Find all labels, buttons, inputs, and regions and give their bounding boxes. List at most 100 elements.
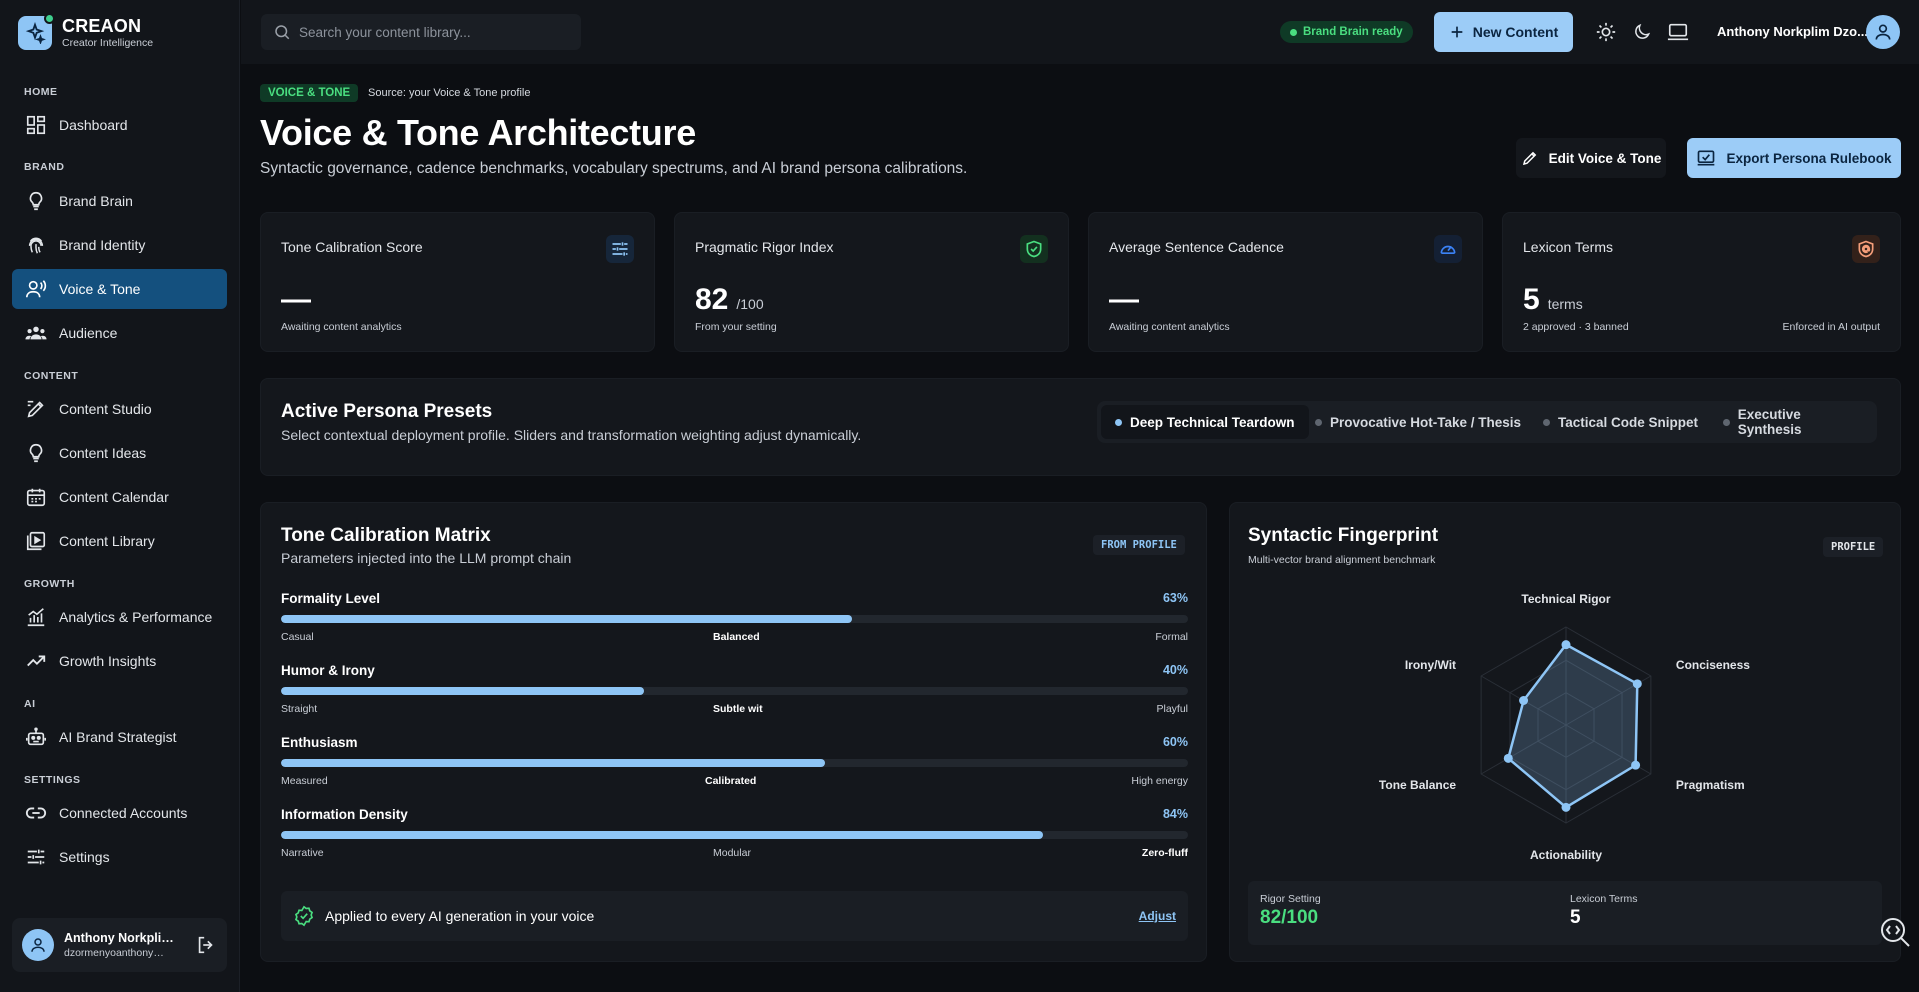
system-theme-button[interactable] (1664, 18, 1692, 46)
fingerprint-icon (28, 237, 44, 254)
applied-banner: Applied to every AI generation in your v… (281, 891, 1188, 941)
sidebar: CREAON Creator Intelligence HOME Dashboa… (0, 0, 240, 992)
library-icon (26, 531, 46, 551)
source-note: Source: your Voice & Tone profile (368, 87, 531, 99)
sidebar-item-dashboard[interactable]: Dashboard (12, 105, 227, 145)
tab-deep-technical-teardown[interactable]: Deep Technical Teardown (1101, 405, 1309, 439)
sidebar-item-label: Voice & Tone (59, 281, 141, 297)
radar-axis-label: Tone Balance (1379, 778, 1456, 792)
user-icon (31, 938, 45, 952)
presets-title: Active Persona Presets (281, 401, 493, 422)
logout-icon[interactable] (195, 934, 217, 956)
stat-footnote: 2 approved · 3 banned (1523, 321, 1629, 333)
syntactic-fingerprint-panel: Syntactic Fingerprint Multi-vector brand… (1229, 502, 1901, 962)
voice-icon (26, 280, 47, 298)
badge-check-icon (294, 905, 314, 927)
sidebar-item-label: Content Ideas (59, 445, 147, 461)
search-icon (275, 25, 290, 40)
stat-card-lexicon-terms: Lexicon Terms 5 terms 2 approved · 3 bann… (1502, 212, 1901, 352)
tone-calibration-matrix: Tone Calibration Matrix Parameters injec… (260, 502, 1207, 962)
sidebar-item-ai-strategist[interactable]: AI Brand Strategist (12, 717, 227, 757)
search-input[interactable] (299, 24, 559, 40)
sidebar-item-connected-accounts[interactable]: Connected Accounts (12, 793, 227, 833)
stat-footnote: Awaiting content analytics (281, 321, 402, 333)
radar-point (1519, 696, 1529, 705)
sidebar-item-content-library[interactable]: Content Library (12, 521, 227, 561)
sidebar-item-audience[interactable]: Audience (12, 313, 227, 353)
sidebar-item-label: Content Library (59, 533, 155, 549)
help-search-icon (1881, 918, 1910, 947)
sidebar-item-analytics[interactable]: Analytics & Performance (12, 597, 227, 637)
sidebar-item-settings[interactable]: Settings (12, 837, 227, 877)
export-icon (1698, 150, 1715, 166)
sidebar-item-label: Growth Insights (59, 653, 157, 669)
sidebar-item-content-calendar[interactable]: Content Calendar (12, 477, 227, 517)
sidebar-item-label: Connected Accounts (59, 805, 188, 821)
top-avatar[interactable] (1866, 15, 1900, 49)
stat-label: Tone Calibration Score (281, 239, 423, 255)
status-dot (1290, 28, 1297, 36)
stat-value: — (281, 283, 311, 316)
radar-axis-label: Conciseness (1676, 658, 1750, 672)
radar-chart: Technical Rigor Conciseness Pragmatism Acti… (1379, 592, 1750, 862)
stat-label: Pragmatic Rigor Index (695, 239, 834, 255)
sidebar-item-brand-identity[interactable]: Brand Identity (12, 225, 227, 265)
rigor-setting-metric: Rigor Setting 82/100 (1260, 893, 1321, 928)
help-widget-button[interactable] (1877, 914, 1913, 950)
shield-at-icon (1852, 235, 1880, 263)
top-user-name[interactable]: Anthony Norkplim Dzo... (1717, 24, 1868, 39)
radar-point (1503, 753, 1513, 763)
dark-theme-button[interactable] (1628, 18, 1656, 46)
search-box[interactable] (261, 14, 581, 50)
edit-voice-tone-button[interactable]: Edit Voice & Tone (1516, 138, 1666, 178)
analytics-icon (27, 608, 45, 627)
robot-icon (26, 727, 46, 746)
tab-provocative-hot-take[interactable]: Provocative Hot-Take / Thesis (1301, 405, 1535, 439)
radar-axis-label: Irony/Wit (1405, 658, 1456, 672)
plus-icon (1451, 26, 1463, 38)
sun-icon (1596, 22, 1616, 42)
radar-series (1506, 643, 1639, 809)
sidebar-item-label: Content Studio (59, 401, 152, 417)
sidebar-item-label: Content Calendar (59, 489, 169, 505)
monitor-icon (1667, 23, 1689, 41)
sidebar-item-content-ideas[interactable]: Content Ideas (12, 433, 227, 473)
stat-value: 5 terms (1523, 283, 1583, 316)
export-rulebook-button[interactable]: Export Persona Rulebook (1687, 138, 1901, 178)
dashboard-icon (26, 115, 46, 135)
profile-badge: PROFILE (1823, 537, 1884, 557)
new-content-button[interactable]: New Content (1434, 12, 1573, 52)
section-chip: VOICE & TONE (260, 84, 359, 102)
bulb-icon (29, 443, 43, 463)
sidebar-item-brand-brain[interactable]: Brand Brain (12, 181, 227, 221)
adjust-link[interactable]: Adjust (1139, 909, 1176, 923)
tab-tactical-code-snippet[interactable]: Tactical Code Snippet (1529, 405, 1712, 439)
radar-point (1561, 640, 1571, 650)
user-email: dzormenyoanthony@gmail.com (64, 947, 174, 959)
shield-check-icon (1020, 235, 1048, 263)
audience-icon (25, 326, 47, 340)
link-icon (25, 807, 47, 819)
sidebar-item-content-studio[interactable]: Content Studio (12, 389, 227, 429)
user-icon (1875, 24, 1891, 40)
light-theme-button[interactable] (1592, 18, 1620, 46)
sidebar-item-growth-insights[interactable]: Growth Insights (12, 641, 227, 681)
brand-name: CREAON (62, 16, 142, 36)
matrix-title: Tone Calibration Matrix (281, 525, 491, 546)
status-badge: Brand Brain ready (1280, 21, 1413, 43)
tab-executive-synthesis[interactable]: Executive Synthesis (1709, 405, 1877, 439)
preset-tabs: Deep Technical Teardown Provocative Hot-… (1097, 401, 1877, 443)
nav-section-growth: GROWTH (24, 578, 75, 590)
stat-label: Average Sentence Cadence (1109, 239, 1284, 255)
nav-section-content: CONTENT (24, 370, 79, 382)
source-badge: FROM PROFILE (1093, 535, 1185, 555)
brand[interactable]: CREAON Creator Intelligence (18, 13, 153, 50)
lexicon-terms-metric: Lexicon Terms 5 (1570, 893, 1638, 928)
stat-footnote: From your setting (695, 321, 777, 333)
stat-label: Lexicon Terms (1523, 239, 1614, 255)
stat-footnote-right: Enforced in AI output (1782, 321, 1880, 333)
sidebar-item-voice-tone[interactable]: Voice & Tone (12, 269, 227, 309)
calendar-icon (26, 488, 46, 507)
stat-card-sentence-cadence: Average Sentence Cadence — Awaiting cont… (1088, 212, 1483, 352)
sidebar-user-card[interactable]: Anthony Norkplim Dzormenyo dzormenyoanth… (12, 918, 227, 972)
